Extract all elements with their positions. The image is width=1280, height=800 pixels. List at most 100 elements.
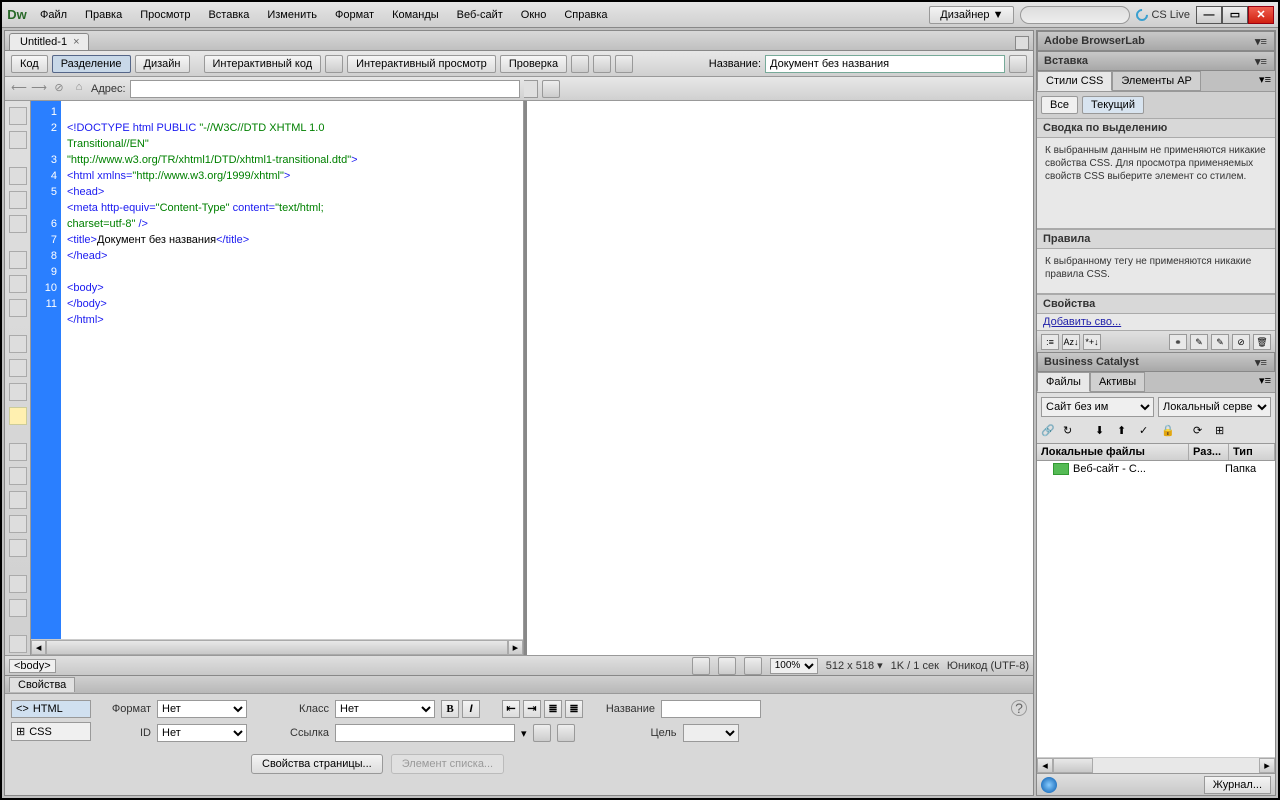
- link-input[interactable]: [335, 724, 515, 742]
- page-properties-button[interactable]: Свойства страницы...: [251, 754, 383, 774]
- point-to-file-icon[interactable]: [533, 724, 551, 742]
- tool-icon[interactable]: [9, 215, 27, 233]
- menu-insert[interactable]: Вставка: [200, 6, 257, 24]
- address-dropdown-icon[interactable]: [524, 80, 538, 98]
- menu-window[interactable]: Окно: [513, 6, 555, 24]
- globe-icon[interactable]: [571, 55, 589, 73]
- tool-icon[interactable]: [9, 167, 27, 185]
- maximize-button[interactable]: ▭: [1222, 6, 1248, 24]
- panel-menu-icon[interactable]: ▾≡: [1254, 35, 1268, 48]
- css-current-button[interactable]: Текущий: [1082, 96, 1144, 114]
- menu-site[interactable]: Веб-сайт: [449, 6, 511, 24]
- browse-icon[interactable]: [557, 724, 575, 742]
- menu-commands[interactable]: Команды: [384, 6, 447, 24]
- tool-icon[interactable]: [9, 275, 27, 293]
- target-select[interactable]: [683, 724, 739, 742]
- live-view-button[interactable]: Интерактивный просмотр: [347, 55, 496, 73]
- menu-format[interactable]: Формат: [327, 6, 382, 24]
- checkout-icon[interactable]: ✓: [1139, 424, 1155, 440]
- indent-button[interactable]: ⇥: [523, 700, 541, 718]
- code-editor[interactable]: 12 34 5 6 78 910 11 <!DOCTYPE html PUBLI…: [31, 101, 523, 639]
- tool-icon[interactable]: [9, 251, 27, 269]
- css-all-button[interactable]: Все: [1041, 96, 1078, 114]
- new-rule-icon[interactable]: ✎: [1190, 334, 1208, 350]
- ap-elements-tab[interactable]: Элементы AP: [1112, 71, 1201, 91]
- category-view-icon[interactable]: :≡: [1041, 334, 1059, 350]
- tool-icon[interactable]: [9, 407, 27, 425]
- panel-menu-icon[interactable]: ▾≡: [1254, 356, 1268, 369]
- id-select[interactable]: Нет: [157, 724, 247, 742]
- col-type[interactable]: Тип: [1229, 444, 1275, 460]
- title-input[interactable]: [765, 55, 1005, 73]
- cslive-button[interactable]: CS Live: [1136, 9, 1190, 21]
- document-tab[interactable]: Untitled-1 ×: [9, 33, 89, 50]
- menu-modify[interactable]: Изменить: [259, 6, 325, 24]
- tool-icon[interactable]: [9, 383, 27, 401]
- col-local[interactable]: Локальные файлы: [1037, 444, 1189, 460]
- tool-icon[interactable]: [9, 107, 27, 125]
- italic-button[interactable]: I: [462, 700, 480, 718]
- format-select[interactable]: Нет: [157, 700, 247, 718]
- get-icon[interactable]: ⬇: [1095, 424, 1111, 440]
- col-size[interactable]: Раз...: [1189, 444, 1229, 460]
- list-icon[interactable]: [542, 80, 560, 98]
- close-tab-icon[interactable]: ×: [73, 36, 79, 48]
- inspect-button[interactable]: Проверка: [500, 55, 567, 73]
- help-icon[interactable]: ?: [1011, 700, 1027, 716]
- file-mgmt-icon[interactable]: [1009, 55, 1027, 73]
- forward-icon[interactable]: ⟶: [31, 81, 47, 97]
- toolbar-icon[interactable]: [325, 55, 343, 73]
- expand-icon[interactable]: ⊞: [1215, 424, 1231, 440]
- back-icon[interactable]: ⟵: [11, 81, 27, 97]
- tool-icon[interactable]: [9, 539, 27, 557]
- close-button[interactable]: ✕: [1248, 6, 1274, 24]
- reload-icon[interactable]: [615, 55, 633, 73]
- scroll-left-icon[interactable]: ◂: [31, 640, 46, 655]
- menu-view[interactable]: Просмотр: [132, 6, 198, 24]
- class-select[interactable]: Нет: [335, 700, 435, 718]
- name-input[interactable]: [661, 700, 761, 718]
- attach-icon[interactable]: ⚭: [1169, 334, 1187, 350]
- dimensions-label[interactable]: 512 x 518 ▾: [826, 659, 883, 672]
- files-list[interactable]: Веб-сайт - С... Папка: [1037, 461, 1275, 757]
- panel-menu-icon[interactable]: ▾≡: [1255, 372, 1275, 392]
- live-code-button[interactable]: Интерактивный код: [204, 55, 322, 73]
- menu-help[interactable]: Справка: [556, 6, 615, 24]
- set-view-icon[interactable]: *+↓: [1083, 334, 1101, 350]
- refresh-icon[interactable]: [593, 55, 611, 73]
- tool-icon[interactable]: [9, 575, 27, 593]
- code-view-button[interactable]: Код: [11, 55, 48, 73]
- panel-menu-icon[interactable]: ▾≡: [1254, 55, 1268, 68]
- scroll-right-icon[interactable]: ▸: [1259, 758, 1275, 773]
- panel-menu-icon[interactable]: ▾≡: [1255, 71, 1275, 91]
- disable-icon-icon[interactable]: ⊘: [1232, 334, 1250, 350]
- connect-icon[interactable]: 🔗: [1041, 424, 1057, 440]
- files-hscroll[interactable]: ◂ ▸: [1037, 757, 1275, 773]
- tool-icon[interactable]: [9, 635, 27, 653]
- menu-edit[interactable]: Правка: [77, 6, 130, 24]
- address-input[interactable]: [130, 80, 520, 98]
- tool-icon[interactable]: [9, 515, 27, 533]
- ol-button[interactable]: ≣: [565, 700, 583, 718]
- insert-panel-header[interactable]: Вставка▾≡: [1037, 51, 1275, 71]
- tool-icon[interactable]: [9, 299, 27, 317]
- zoom-select[interactable]: 100%: [770, 658, 818, 674]
- ul-button[interactable]: ≣: [544, 700, 562, 718]
- scroll-thumb[interactable]: [1053, 758, 1093, 773]
- site-select[interactable]: Сайт без им: [1041, 397, 1154, 417]
- css-mode-button[interactable]: ⊞ CSS: [11, 722, 91, 741]
- encoding-label[interactable]: Юникод (UTF-8): [947, 660, 1029, 672]
- tool-icon[interactable]: [9, 467, 27, 485]
- browserlab-panel-header[interactable]: Adobe BrowserLab▾≡: [1037, 31, 1275, 51]
- properties-tab[interactable]: Свойства: [9, 677, 75, 692]
- scroll-thumb[interactable]: [46, 640, 508, 655]
- delete-icon[interactable]: 🗑: [1253, 334, 1271, 350]
- tool-icon[interactable]: [9, 131, 27, 149]
- refresh-icon[interactable]: ↻: [1063, 424, 1079, 440]
- file-row[interactable]: Веб-сайт - С... Папка: [1037, 461, 1275, 477]
- search-input[interactable]: [1020, 6, 1130, 24]
- minimize-button[interactable]: —: [1196, 6, 1222, 24]
- tool-icon[interactable]: [9, 191, 27, 209]
- add-property-link[interactable]: Добавить сво...: [1043, 316, 1121, 328]
- outdent-button[interactable]: ⇤: [502, 700, 520, 718]
